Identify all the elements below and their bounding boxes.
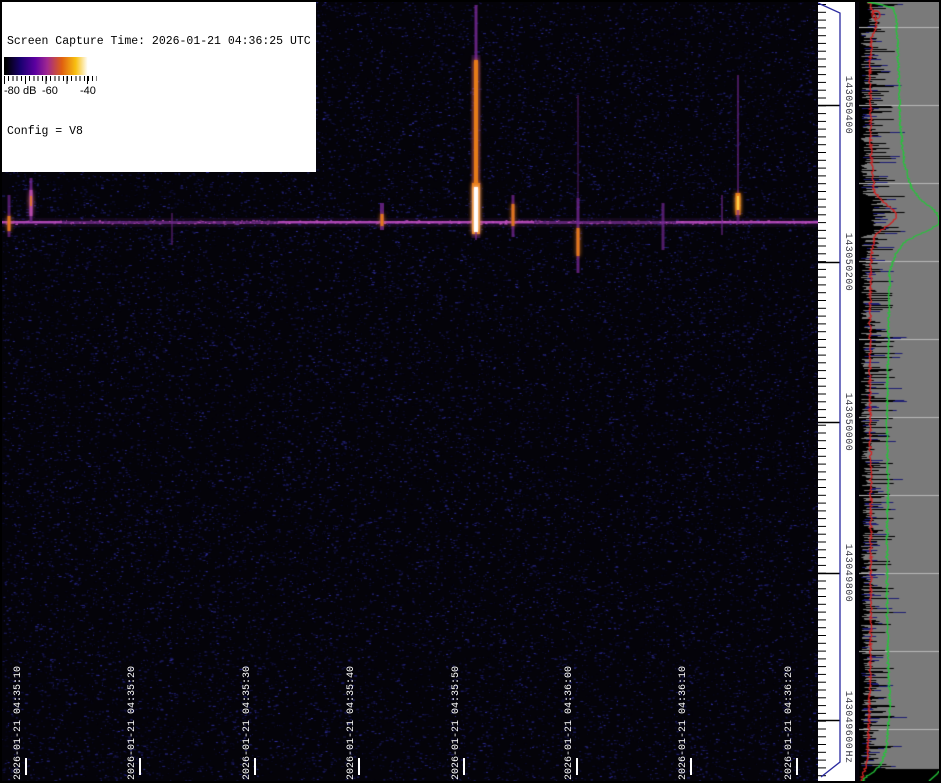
frequency-tick-label: 143050400	[842, 75, 853, 135]
config-text: Config = V8	[7, 125, 83, 138]
frequency-tick-label: 143049800	[842, 543, 853, 603]
screen-capture-window: Screen Capture Time: 2026-01-21 04:36:25…	[0, 0, 941, 783]
frequency-axis: 143050400 143050200 143050000 143049800 1430…	[818, 2, 855, 781]
time-label: 2026-01-21 04:35:30	[242, 665, 253, 780]
time-label: 2026-01-21 04:35:40	[346, 665, 357, 780]
time-label-underline	[463, 758, 465, 775]
colorbar-label-80db: -80 dB	[4, 85, 37, 97]
time-label-underline	[690, 758, 692, 775]
frequency-tick-label: 143050000	[842, 392, 853, 452]
time-label: 2026-01-21 04:36:10	[678, 665, 689, 780]
frequency-axis-unit: Hz	[842, 750, 853, 764]
colorbar-gradient	[4, 57, 96, 75]
time-label: 2026-01-21 04:35:50	[451, 665, 462, 780]
colorbar-label-60db: -60	[42, 85, 58, 97]
time-label: 2026-01-21 04:36:20	[784, 665, 795, 780]
time-label-underline	[358, 758, 360, 775]
frequency-tick-label: 143049600	[842, 690, 853, 750]
time-label-underline	[254, 758, 256, 775]
capture-time-text: Screen Capture Time: 2026-01-21 04:36:25…	[7, 35, 311, 48]
time-label-underline	[796, 758, 798, 775]
time-label-underline	[576, 758, 578, 775]
time-label: 2026-01-21 04:35:10	[13, 665, 24, 780]
spectrum-panel	[859, 2, 939, 781]
time-label: 2026-01-21 04:35:20	[127, 665, 138, 780]
time-label: 2026-01-21 04:36:00	[564, 665, 575, 780]
colorbar-major-ticks	[4, 76, 97, 84]
time-label-underline	[139, 758, 141, 775]
time-label-underline	[25, 758, 27, 775]
colorbar-label-40db: -40	[80, 85, 96, 97]
frequency-tick-label: 143050200	[842, 232, 853, 292]
colorbar-legend: -80 dB -60 -40	[3, 56, 103, 102]
